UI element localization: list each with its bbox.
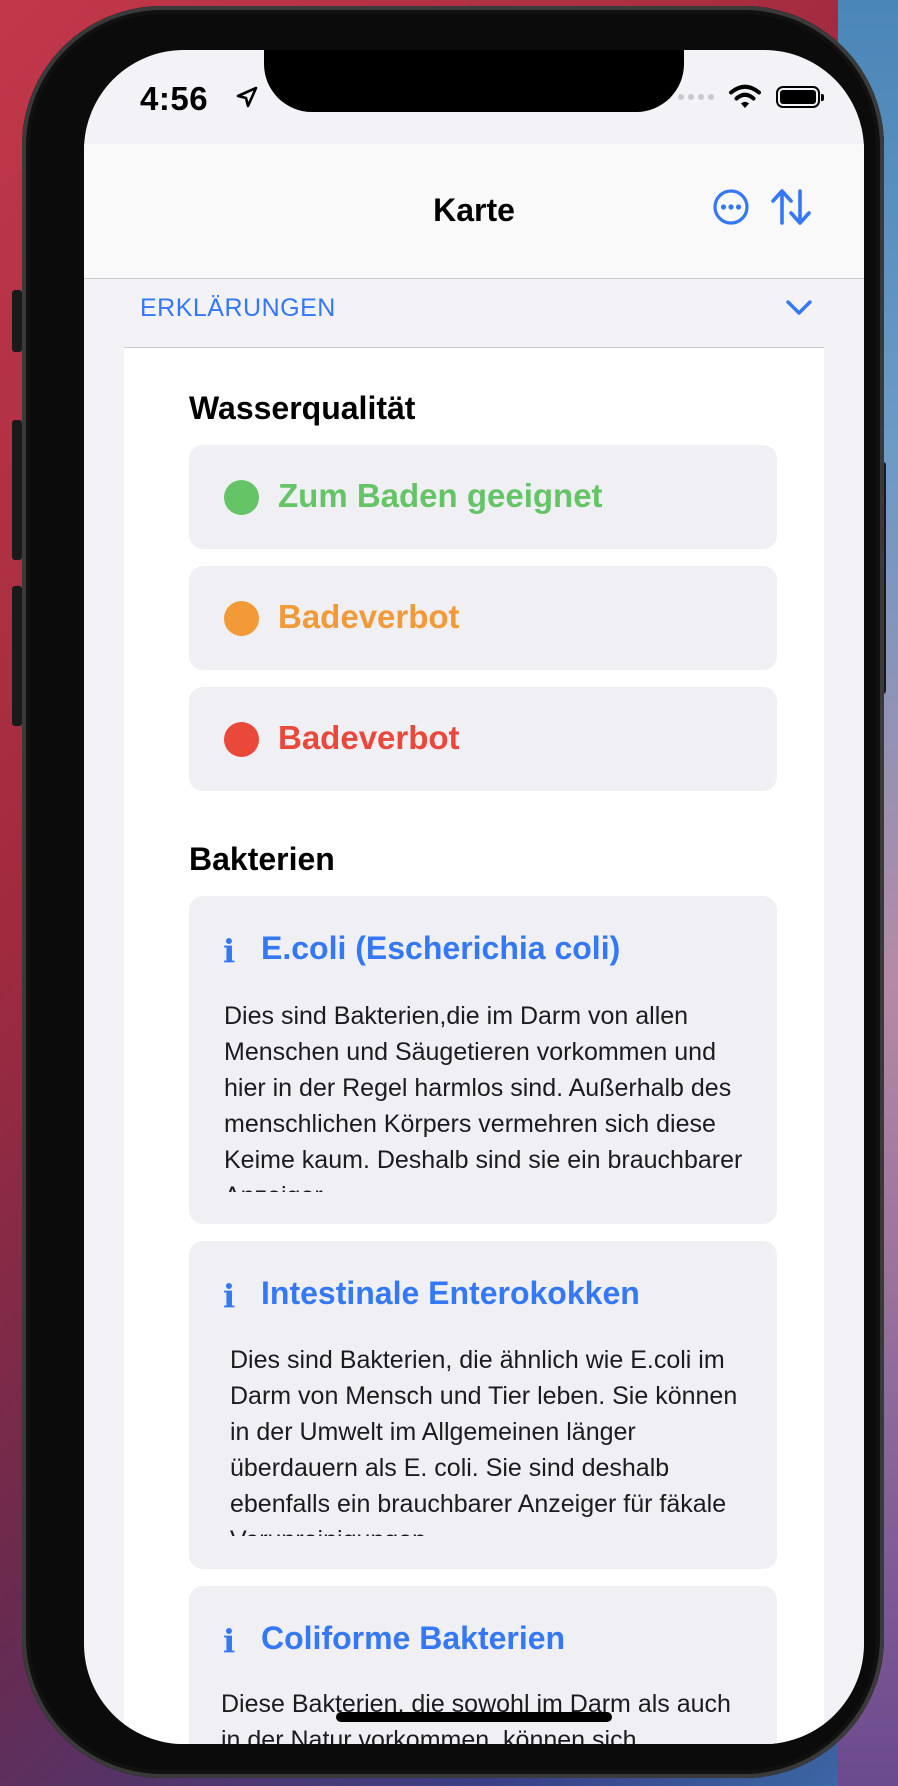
volume-down-button (12, 586, 22, 726)
more-options-icon[interactable] (712, 188, 750, 226)
volume-up-button (12, 420, 22, 560)
home-indicator[interactable] (336, 1712, 612, 1722)
info-card-title: Intestinale Enterokokken (261, 1275, 640, 1311)
screen: 4:56 Karte ERKLÄRUNGEN Wasserqualität Zu… (84, 50, 864, 1744)
water-quality-title: Wasserqualität (189, 390, 416, 426)
info-card-text: Dies sind Bakterien,die im Darm von alle… (224, 1002, 743, 1192)
battery-icon (776, 86, 824, 108)
bacteria-title: Bakterien (189, 841, 335, 877)
section-label: ERKLÄRUNGEN (140, 294, 336, 322)
notch (264, 50, 684, 112)
info-card-ecoli[interactable]: i E.coli (Escherichia coli) Dies sind Ba… (189, 896, 777, 1224)
info-card-title: Coliforme Bakterien (261, 1620, 566, 1656)
info-card-title: E.coli (Escherichia coli) (261, 930, 621, 966)
status-time: 4:56 (140, 80, 209, 117)
red-status-dot (224, 722, 259, 757)
chevron-down-icon[interactable] (786, 300, 812, 316)
quality-label: Badeverbot (278, 719, 460, 756)
quality-label: Zum Baden geeignet (278, 477, 603, 514)
navigation-bar: Karte (84, 144, 864, 279)
green-status-dot (224, 480, 259, 515)
info-icon: i (223, 1277, 236, 1315)
info-icon: i (223, 1622, 236, 1660)
quality-label: Badeverbot (278, 598, 460, 635)
orange-status-dot (224, 601, 259, 636)
quality-row-warning: Badeverbot (189, 566, 777, 670)
phone-frame: 4:56 Karte ERKLÄRUNGEN Wasserqualität Zu… (22, 6, 884, 1778)
mute-switch (12, 290, 22, 352)
cellular-signal-icon (678, 94, 714, 100)
quality-row-suitable: Zum Baden geeignet (189, 445, 777, 549)
info-card-text: Dies sind Bakterien, die ähnlich wie E.c… (230, 1346, 738, 1536)
quality-row-ban: Badeverbot (189, 687, 777, 791)
explanations-section-header[interactable]: ERKLÄRUNGEN (140, 294, 840, 344)
sort-arrows-icon[interactable] (770, 188, 812, 226)
location-arrow-icon (236, 86, 258, 108)
wifi-icon (729, 84, 761, 108)
info-card-enterococci[interactable]: i Intestinale Enterokokken Dies sind Bak… (189, 1241, 777, 1569)
status-indicators (678, 84, 824, 110)
info-icon: i (223, 932, 236, 970)
